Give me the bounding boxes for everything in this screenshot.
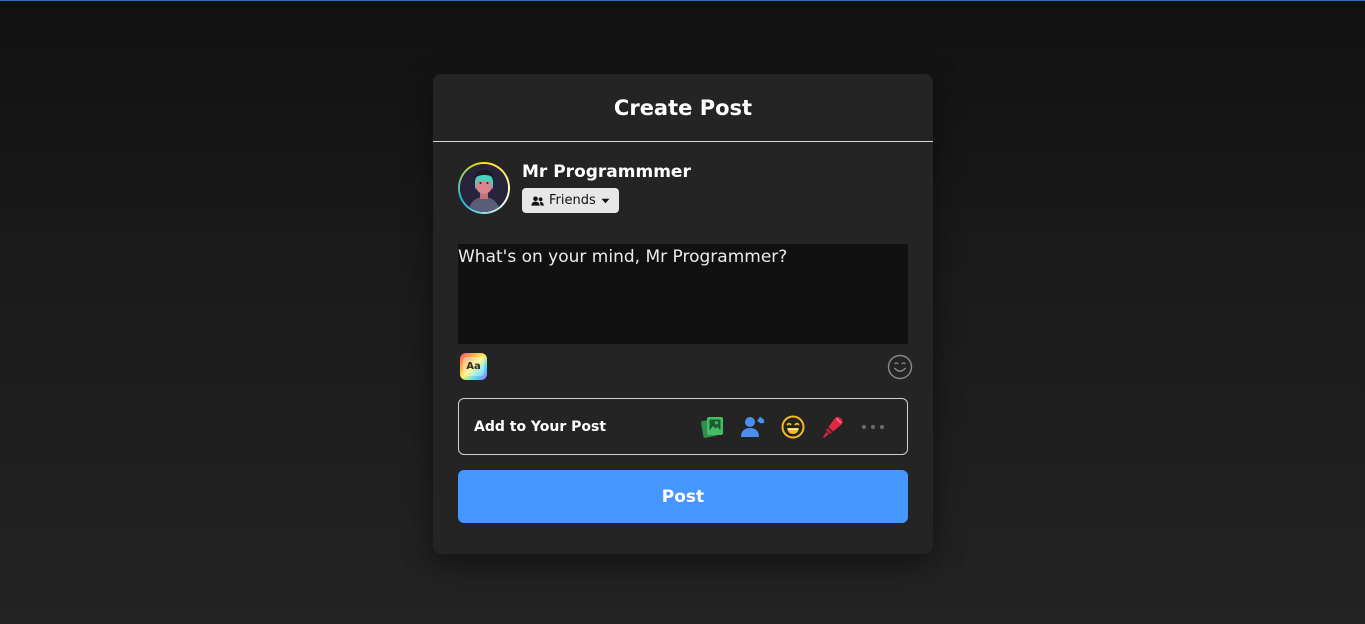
emoji-picker-icon[interactable] xyxy=(887,354,913,380)
user-name: Mr Programmmer xyxy=(522,162,691,182)
text-format-label: Aa xyxy=(463,357,484,376)
text-format-icon[interactable]: Aa xyxy=(460,353,487,380)
photo-icon[interactable] xyxy=(699,413,727,441)
user-info: Mr Programmmer Friends xyxy=(522,162,691,213)
live-video-icon[interactable] xyxy=(819,413,847,441)
caret-down-icon xyxy=(601,198,610,204)
avatar-image xyxy=(460,164,508,212)
page-title: Create Post xyxy=(613,95,753,120)
add-to-post-label: Add to Your Post xyxy=(474,418,607,435)
friends-icon xyxy=(531,196,544,206)
more-icon[interactable] xyxy=(859,413,887,441)
tag-people-icon[interactable] xyxy=(739,413,767,441)
post-text-input[interactable] xyxy=(458,244,908,344)
feeling-icon[interactable] xyxy=(779,413,807,441)
card-header: Create Post xyxy=(433,74,933,142)
add-to-post-icons xyxy=(699,413,899,441)
add-to-post-box: Add to Your Post xyxy=(458,398,908,455)
top-accent-line xyxy=(0,0,1365,1)
avatar[interactable] xyxy=(458,162,510,214)
create-post-card: Create Post Mr Programmmer Friends What'… xyxy=(433,74,933,554)
composer-tools: Aa xyxy=(460,353,913,381)
privacy-label: Friends xyxy=(549,193,596,208)
post-button[interactable]: Post xyxy=(458,470,908,523)
user-row: Mr Programmmer Friends xyxy=(458,162,691,214)
privacy-dropdown-button[interactable]: Friends xyxy=(522,188,619,213)
